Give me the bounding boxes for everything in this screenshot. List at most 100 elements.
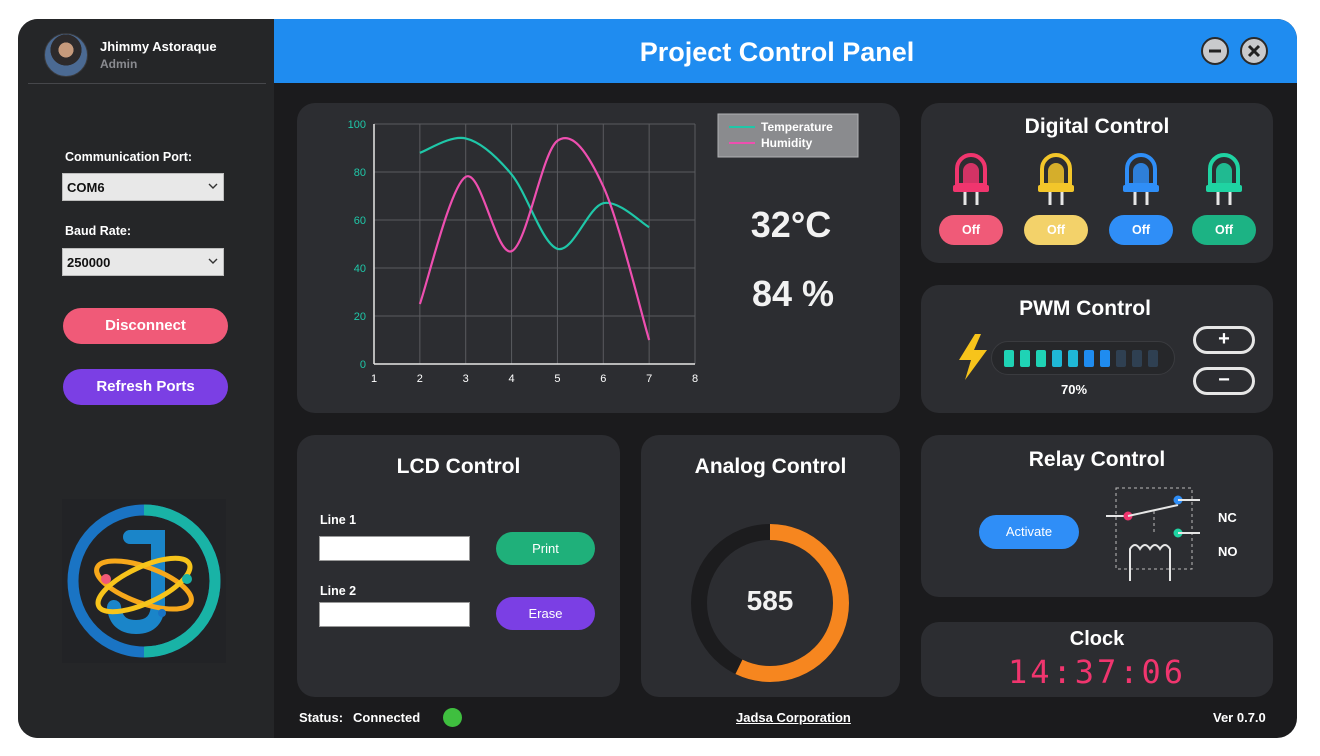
connection-status-indicator — [443, 708, 462, 727]
led-4-toggle-button[interactable]: Off — [1192, 215, 1256, 245]
clock-card: Clock 14:37:06 — [921, 622, 1273, 697]
y-tick-label: 20 — [354, 311, 366, 323]
y-tick-label: 80 — [354, 167, 366, 179]
temperature-reading: 32°C — [750, 204, 832, 245]
sidebar: Jhimmy Astoraque Admin Communication Por… — [18, 19, 274, 738]
pwm-level-bar — [991, 341, 1175, 375]
pwm-segment — [1116, 350, 1126, 367]
clock-time: 14:37:06 — [1007, 653, 1187, 691]
analog-value: 585 — [746, 585, 794, 616]
analog-control-card: Analog Control 585 — [641, 435, 900, 697]
y-tick-label: 60 — [354, 215, 366, 227]
pwm-increase-button[interactable]: + — [1193, 326, 1255, 354]
page-title: Project Control Panel — [639, 37, 915, 67]
digital-control-card: Digital Control Off Off Off Off — [921, 103, 1273, 263]
led-1-toggle-button[interactable]: Off — [939, 215, 1003, 245]
clock-title: Clock — [1069, 628, 1125, 650]
line1-input[interactable] — [319, 536, 470, 561]
app-window: Jhimmy Astoraque Admin Communication Por… — [18, 19, 1297, 738]
pwm-segment — [1020, 350, 1030, 367]
lcd-control-title: LCD Control — [396, 455, 521, 478]
logo — [62, 499, 226, 663]
led-1 — [951, 153, 991, 207]
erase-button[interactable]: Erase — [496, 597, 595, 630]
pwm-control-title: PWM Control — [1019, 297, 1151, 320]
series-line-humidity — [418, 137, 651, 341]
port-select[interactable]: COM6 — [62, 173, 224, 201]
x-tick-label: 1 — [371, 373, 377, 385]
line1-label: Line 1 — [320, 513, 357, 527]
chevron-down-icon — [208, 183, 218, 189]
relay-nc-label: NC — [1218, 510, 1237, 525]
sidebar-divider — [28, 83, 266, 84]
status-label: Status: — [299, 710, 344, 725]
pwm-segment — [1004, 350, 1014, 367]
user-name: Jhimmy Astoraque — [100, 39, 217, 54]
sensor-chart-card: 1 2 3 4 5 6 7 8 0 20 40 60 80 100 Temperature Humidity … — [297, 103, 900, 413]
pwm-segment — [1132, 350, 1142, 367]
pwm-segment — [1100, 350, 1110, 367]
pwm-segment — [1052, 350, 1062, 367]
legend-label: Humidity — [761, 136, 813, 150]
x-tick-label: 3 — [463, 373, 469, 385]
company-link[interactable]: Jadsa Corporation — [736, 710, 851, 725]
pwm-segment — [1084, 350, 1094, 367]
baud-select[interactable]: 250000 — [62, 248, 224, 276]
led-3 — [1121, 153, 1161, 207]
pwm-control-card: PWM Control 70% + − — [921, 285, 1273, 413]
user-role: Admin — [100, 57, 138, 71]
x-tick-label: 7 — [646, 373, 652, 385]
led-2 — [1036, 153, 1076, 207]
jadsa-atom-logo-icon — [67, 504, 221, 658]
pwm-segment — [1148, 350, 1158, 367]
relay-diagram-icon — [1106, 487, 1200, 581]
led-bulb-icon — [953, 153, 989, 205]
chart-legend: Temperature Humidity — [717, 113, 859, 158]
relay-control-title: Relay Control — [1028, 448, 1166, 471]
x-tick-label: 5 — [554, 373, 560, 385]
pwm-segment — [1036, 350, 1046, 367]
y-tick-label: 100 — [348, 119, 366, 131]
minimize-button[interactable] — [1201, 37, 1229, 65]
y-tick-label: 40 — [354, 263, 366, 275]
led-bulb-icon — [1038, 153, 1074, 205]
legend-label: Temperature — [761, 120, 833, 134]
led-2-toggle-button[interactable]: Off — [1024, 215, 1088, 245]
y-tick-label: 0 — [360, 359, 366, 371]
version-label: Ver 0.7.0 — [1213, 710, 1266, 725]
relay-no-label: NO — [1218, 544, 1238, 559]
print-button[interactable]: Print — [496, 532, 595, 565]
disconnect-button[interactable]: Disconnect — [63, 308, 228, 344]
title-bar: Project Control Panel — [274, 19, 1297, 83]
line2-input[interactable] — [319, 602, 470, 627]
pwm-decrease-button[interactable]: − — [1193, 367, 1255, 395]
led-4 — [1204, 153, 1244, 207]
baud-select-value: 250000 — [67, 255, 111, 270]
activate-button[interactable]: Activate — [979, 515, 1079, 549]
sensor-line-chart: 1 2 3 4 5 6 7 8020406080100 TemperatureHumidity — [348, 113, 859, 385]
baud-label: Baud Rate: — [65, 224, 131, 238]
pwm-segment — [1068, 350, 1078, 367]
led-3-toggle-button[interactable]: Off — [1109, 215, 1173, 245]
close-button[interactable] — [1240, 37, 1268, 65]
led-bulb-icon — [1123, 153, 1159, 205]
lightning-icon — [959, 334, 987, 380]
status-value: Connected — [353, 710, 421, 725]
refresh-ports-button[interactable]: Refresh Ports — [63, 369, 228, 405]
x-tick-label: 4 — [509, 373, 515, 385]
x-tick-label: 8 — [692, 373, 698, 385]
line2-label: Line 2 — [320, 584, 357, 598]
humidity-reading: 84 % — [751, 273, 835, 314]
relay-control-card: Relay Control Activate NC NO — [921, 435, 1273, 597]
port-select-value: COM6 — [67, 180, 105, 195]
digital-control-title: Digital Control — [1024, 115, 1170, 138]
x-tick-label: 2 — [417, 373, 423, 385]
analog-control-title: Analog Control — [694, 455, 847, 478]
pwm-value-label: 70% — [1060, 382, 1088, 397]
avatar — [44, 33, 88, 77]
port-label: Communication Port: — [65, 150, 193, 164]
minimize-icon — [1209, 49, 1221, 53]
close-icon — [1247, 44, 1261, 58]
x-tick-label: 6 — [600, 373, 606, 385]
chevron-down-icon — [208, 258, 218, 264]
